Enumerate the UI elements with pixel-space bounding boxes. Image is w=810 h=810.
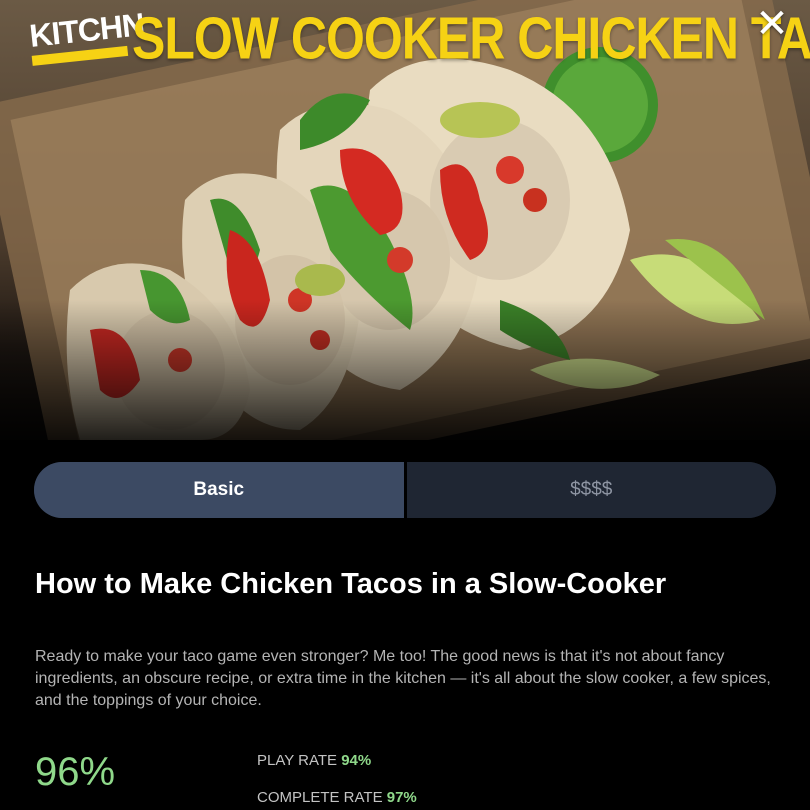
play-rate-value: 94% (341, 752, 372, 769)
hero-headline: SLOW COOKER CHICKEN TACOS (132, 5, 810, 72)
hero-image: KITCHN SLOW COOKER CHICKEN TACOS ✕ (0, 0, 810, 440)
tab-basic[interactable]: Basic (34, 462, 407, 518)
complete-rate-label: COMPLETE RATE (257, 789, 383, 806)
close-icon[interactable]: ✕ (752, 4, 792, 44)
complete-rate-value: 97% (386, 789, 417, 806)
tier-toggle: Basic $$$$ (34, 462, 776, 518)
play-rate-label: PLAY RATE (257, 752, 338, 769)
tab-premium[interactable]: $$$$ (406, 462, 776, 518)
page-title: How to Make Chicken Tacos in a Slow-Cook… (35, 568, 667, 600)
page-description: Ready to make your taco game even strong… (35, 648, 771, 709)
play-rate-stat: PLAY RATE 94% (257, 752, 371, 769)
score-value: 96% (35, 750, 116, 794)
complete-rate-stat: COMPLETE RATE 97% (257, 789, 417, 806)
